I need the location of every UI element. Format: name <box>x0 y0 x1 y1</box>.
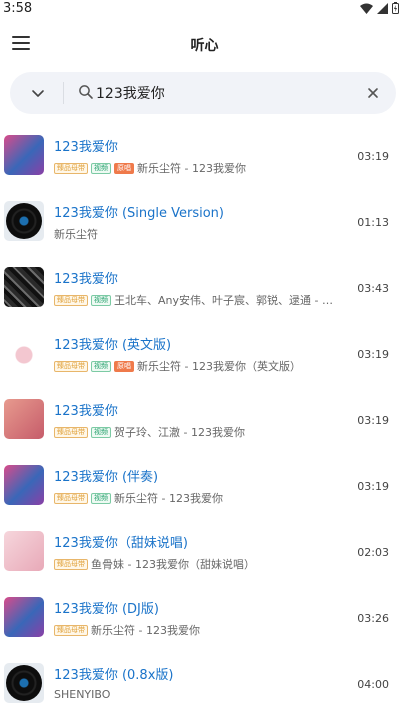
status-bar: 3:58 <box>0 0 409 18</box>
page-title: 听心 <box>190 38 219 54</box>
search-divider <box>63 82 64 104</box>
song-duration: 03:19 <box>357 348 389 361</box>
album-cover <box>4 135 44 175</box>
song-tag: 视频 <box>91 360 111 372</box>
app-bar: 听心 <box>0 22 409 68</box>
song-title: 123我爱你 (DJ版) <box>54 602 159 617</box>
album-cover <box>4 267 44 307</box>
song-duration: 03:19 <box>357 480 389 493</box>
song-tag: 臻品母带 <box>54 294 88 306</box>
song-duration: 02:03 <box>357 546 389 559</box>
album-cover <box>4 465 44 505</box>
song-artist: SHENYIBO <box>54 688 111 701</box>
song-meta: 臻品母带 视频 王北车、Any安伟、叶子宸、郭锐、逯通 - 乐... <box>54 292 334 308</box>
album-cover <box>4 597 44 637</box>
song-duration: 03:43 <box>357 282 389 295</box>
song-meta: 臻品母带 新乐尘符 - 123我爱你 <box>54 622 200 638</box>
song-meta: 臻品母带 视频 新乐尘符 - 123我爱你 <box>54 490 223 506</box>
song-artist: 新乐尘符 <box>54 228 98 241</box>
song-artist: 新乐尘符 - 123我爱你 <box>114 492 223 505</box>
song-artist: 新乐尘符 - 123我爱你 <box>91 624 200 637</box>
song-duration: 03:19 <box>357 150 389 163</box>
close-icon[interactable] <box>366 86 380 100</box>
song-title: 123我爱你 <box>54 404 118 419</box>
song-tag: 视频 <box>91 162 111 174</box>
song-title: 123我爱你（甜妹说唱) <box>54 536 188 551</box>
song-list: 123我爱你 臻品母带 视频 原唱 新乐尘符 - 123我爱你 03:19 123我爱你 (… <box>0 122 409 716</box>
song-meta: 臻品母带 视频 原唱 新乐尘符 - 123我爱你 <box>54 160 246 176</box>
chevron-down-icon[interactable] <box>30 85 46 101</box>
song-meta: 臻品母带 视频 原唱 新乐尘符 - 123我爱你（英文版） <box>54 358 301 374</box>
song-title: 123我爱你 <box>54 140 118 155</box>
song-meta: SHENYIBO <box>54 688 110 701</box>
song-tag: 原唱 <box>114 360 134 372</box>
song-tag: 臻品母带 <box>54 558 88 570</box>
battery-icon <box>392 2 399 14</box>
song-title: 123我爱你 (Single Version) <box>54 206 224 221</box>
status-time: 3:58 <box>3 1 33 16</box>
album-cover <box>4 531 44 571</box>
song-tag: 视频 <box>91 294 111 306</box>
song-title: 123我爱你 (伴奏) <box>54 470 159 485</box>
song-duration: 03:26 <box>357 612 389 625</box>
song-duration: 03:19 <box>357 414 389 427</box>
song-row[interactable]: 123我爱你 (Single Version) 新乐尘符 01:13 <box>0 188 409 254</box>
song-duration: 04:00 <box>357 678 389 691</box>
album-cover <box>4 663 44 703</box>
song-tag: 原唱 <box>114 162 134 174</box>
search-icon <box>79 85 93 99</box>
song-tag: 臻品母带 <box>54 162 88 174</box>
album-cover <box>4 201 44 241</box>
song-row[interactable]: 123我爱你（甜妹说唱) 臻品母带 鱼骨妹 - 123我爱你（甜妹说唱） 02:03 <box>0 518 409 584</box>
wifi-icon <box>360 3 373 14</box>
song-meta: 新乐尘符 <box>54 226 98 242</box>
song-tag: 视频 <box>91 426 111 438</box>
status-icons <box>360 2 399 14</box>
search-input[interactable] <box>96 81 356 105</box>
song-meta: 臻品母带 视频 贺子玲、江澈 - 123我爱你 <box>54 424 245 440</box>
song-artist: 王北车、Any安伟、叶子宸、郭锐、逯通 - 乐... <box>114 294 334 307</box>
song-meta: 臻品母带 鱼骨妹 - 123我爱你（甜妹说唱） <box>54 556 255 572</box>
song-tag: 臻品母带 <box>54 624 88 636</box>
search-bar <box>10 72 396 114</box>
song-title: 123我爱你 <box>54 272 118 287</box>
song-row[interactable]: 123我爱你 (伴奏) 臻品母带 视频 新乐尘符 - 123我爱你 03:19 <box>0 452 409 518</box>
song-row[interactable]: 123我爱你 臻品母带 视频 原唱 新乐尘符 - 123我爱你 03:19 <box>0 122 409 188</box>
song-artist: 新乐尘符 - 123我爱你 <box>137 162 246 175</box>
song-tag: 臻品母带 <box>54 492 88 504</box>
song-row[interactable]: 123我爱你 (0.8x版) SHENYIBO 04:00 <box>0 650 409 716</box>
song-tag: 臻品母带 <box>54 426 88 438</box>
song-row[interactable]: 123我爱你 (英文版) 臻品母带 视频 原唱 新乐尘符 - 123我爱你（英文版） 03… <box>0 320 409 386</box>
song-tag: 臻品母带 <box>54 360 88 372</box>
song-duration: 01:13 <box>357 216 389 229</box>
album-cover <box>4 399 44 439</box>
song-title: 123我爱你 (英文版) <box>54 338 172 353</box>
song-artist: 鱼骨妹 - 123我爱你（甜妹说唱） <box>91 558 255 571</box>
song-artist: 新乐尘符 - 123我爱你（英文版） <box>137 360 301 373</box>
song-row[interactable]: 123我爱你 臻品母带 视频 贺子玲、江澈 - 123我爱你 03:19 <box>0 386 409 452</box>
album-cover <box>4 333 44 373</box>
song-title: 123我爱你 (0.8x版) <box>54 668 174 683</box>
signal-icon <box>377 2 388 14</box>
song-tag: 视频 <box>91 492 111 504</box>
song-artist: 贺子玲、江澈 - 123我爱你 <box>114 426 245 439</box>
song-row[interactable]: 123我爱你 臻品母带 视频 王北车、Any安伟、叶子宸、郭锐、逯通 - 乐... 03… <box>0 254 409 320</box>
song-row[interactable]: 123我爱你 (DJ版) 臻品母带 新乐尘符 - 123我爱你 03:26 <box>0 584 409 650</box>
